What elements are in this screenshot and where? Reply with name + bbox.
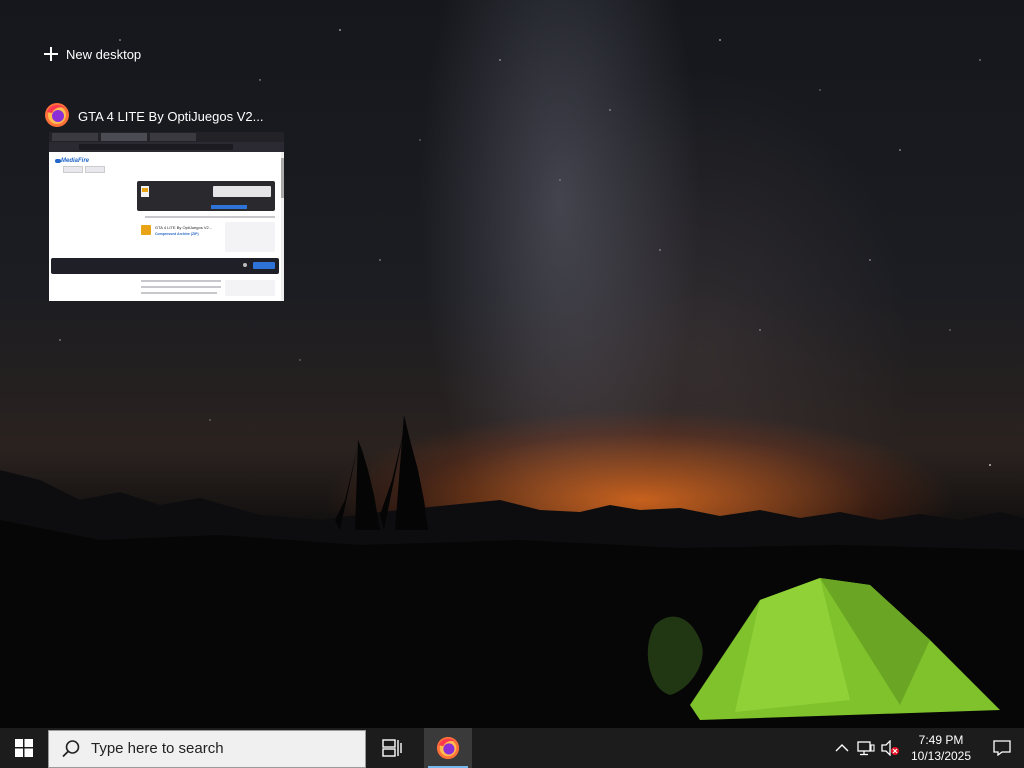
zip-file-icon [141,225,151,235]
file-title: GTA 4 LITE By OptiJuegos V2... [155,225,213,230]
network-icon [857,741,875,756]
show-hidden-icons-button[interactable] [830,728,854,768]
sidebar-card [225,222,275,252]
sidebar-card [225,280,275,296]
network-button[interactable] [854,728,878,768]
system-tray: 7:49 PM 10/13/2025 [830,728,1024,768]
site-nav-button [85,166,105,173]
chevron-up-icon [835,744,849,752]
clock[interactable]: 7:49 PM 10/13/2025 [908,732,974,764]
clock-time: 7:49 PM [918,733,964,747]
search-box[interactable]: Type here to search [48,729,366,768]
thumb-text-line [141,280,221,282]
gear-icon [243,263,247,267]
clock-date: 10/13/2025 [910,749,972,763]
download-panel [137,181,275,211]
volume-muted-icon [881,740,899,756]
thumb-text-line [141,286,221,288]
browser-tabbar [49,132,284,142]
download-link [211,205,247,209]
site-logo: MediaFire [61,158,90,164]
search-icon [62,739,80,757]
task-view-button[interactable] [368,728,416,768]
browser-urlbar [49,142,284,152]
window-thumbnail[interactable]: MediaFire GTA 4 LITE By OptiJuegos V2...… [49,132,284,301]
task-view-window[interactable]: GTA 4 LITE By OptiJuegos V2... MediaFire… [44,100,288,301]
site-nav-button [63,166,83,173]
download-button [213,186,271,197]
accept-button [253,262,275,269]
new-desktop-button[interactable]: New desktop [44,42,141,66]
notification-center-button[interactable] [980,728,1024,768]
new-desktop-label: New desktop [66,46,142,62]
file-type: Compressed Archive (ZIP) [155,232,199,236]
search-placeholder: Type here to search [91,740,224,757]
firefox-icon [436,736,460,760]
browser-tab [150,133,196,141]
browser-tab-active [101,133,147,141]
taskbar: Type here to search 7:49 PM 10/13/2025 [0,728,1024,768]
firefox-icon [44,102,70,131]
window-header: GTA 4 LITE By OptiJuegos V2... [44,100,288,132]
taskbar-app-firefox[interactable] [424,728,472,768]
task-view-icon [382,739,402,757]
scrollbar-thumb [281,158,284,198]
notification-icon [993,740,1011,756]
plus-icon [44,47,58,61]
browser-tab [52,133,98,141]
thumb-text-line [141,292,217,294]
cookie-banner [51,258,279,274]
windows-logo-icon [15,739,33,757]
start-button[interactable] [0,728,48,768]
file-icon [141,186,149,197]
volume-button[interactable] [878,728,902,768]
thumb-text-line [145,216,275,218]
window-title: GTA 4 LITE By OptiJuegos V2... [78,108,264,124]
